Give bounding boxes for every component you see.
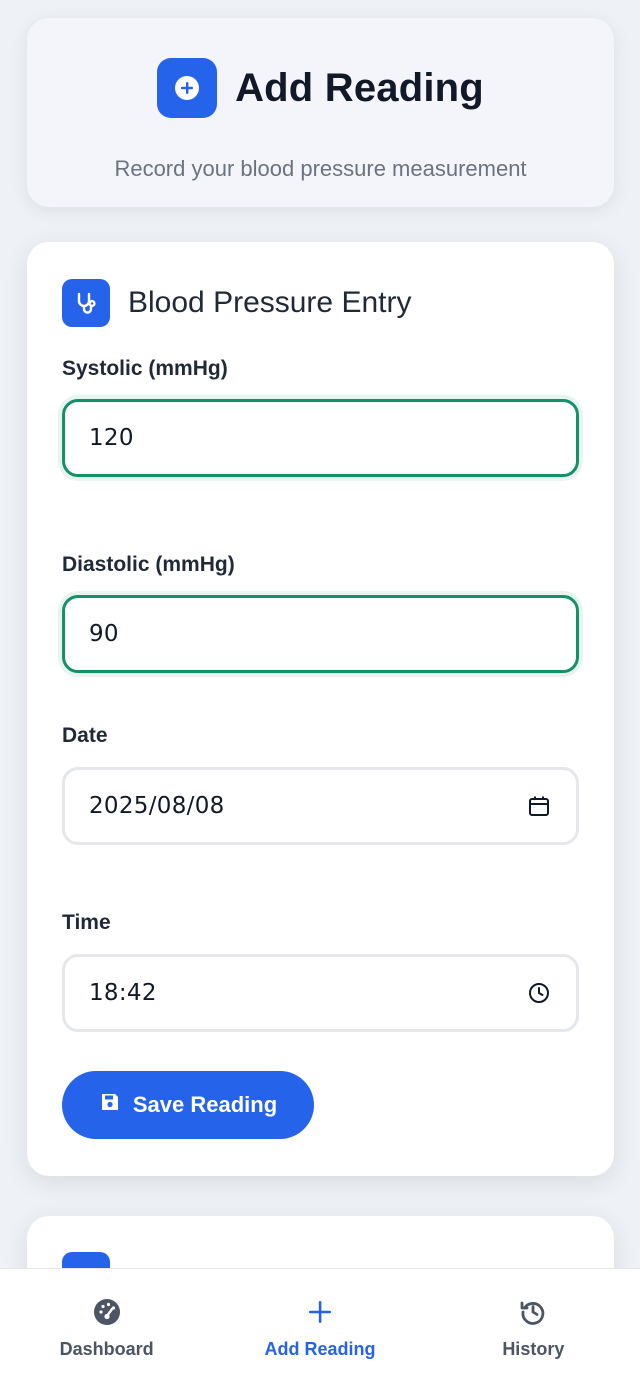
nav-label-history: History	[502, 1339, 565, 1359]
form-header: Blood Pressure Entry	[62, 279, 411, 327]
page-title: Add Reading	[235, 65, 484, 110]
bottom-nav: Dashboard Add Reading History	[0, 1268, 640, 1387]
diastolic-value: 90	[89, 621, 119, 647]
stethoscope-icon	[62, 279, 110, 327]
systolic-input[interactable]: 120	[62, 399, 579, 477]
diastolic-label: Diastolic (mmHg)	[62, 553, 235, 576]
systolic-label: Systolic (mmHg)	[62, 357, 228, 380]
nav-item-add-reading[interactable]: Add Reading	[213, 1269, 426, 1387]
date-value: 2025/08/08	[89, 793, 225, 819]
header-row: Add Reading	[27, 58, 614, 118]
nav-item-dashboard[interactable]: Dashboard	[0, 1269, 213, 1387]
app-screen: Add Reading Record your blood pressure m…	[0, 0, 640, 1387]
time-input[interactable]: 18:42	[62, 954, 579, 1032]
systolic-value: 120	[89, 425, 134, 451]
blood-pressure-form: Blood Pressure Entry Systolic (mmHg) 120…	[27, 242, 614, 1176]
plus-icon	[305, 1297, 335, 1327]
page-subtitle: Record your blood pressure measurement	[114, 156, 527, 181]
nav-item-history[interactable]: History	[427, 1269, 640, 1387]
time-label: Time	[62, 911, 111, 934]
diastolic-input[interactable]: 90	[62, 595, 579, 673]
clock-icon[interactable]	[526, 980, 552, 1006]
calendar-icon[interactable]	[526, 793, 552, 819]
date-input[interactable]: 2025/08/08	[62, 767, 579, 845]
plus-circle-icon	[157, 58, 218, 118]
date-label: Date	[62, 724, 108, 747]
form-title: Blood Pressure Entry	[128, 286, 412, 319]
header-card: Add Reading Record your blood pressure m…	[27, 18, 614, 207]
history-icon	[518, 1297, 548, 1327]
nav-label-add-reading: Add Reading	[264, 1339, 376, 1359]
floppy-disk-icon	[99, 1091, 121, 1119]
nav-label-dashboard: Dashboard	[59, 1339, 154, 1359]
save-reading-label: Save Reading	[132, 1092, 278, 1117]
time-value: 18:42	[89, 980, 157, 1006]
save-reading-button[interactable]: Save Reading	[62, 1071, 314, 1139]
gauge-icon	[92, 1297, 122, 1327]
